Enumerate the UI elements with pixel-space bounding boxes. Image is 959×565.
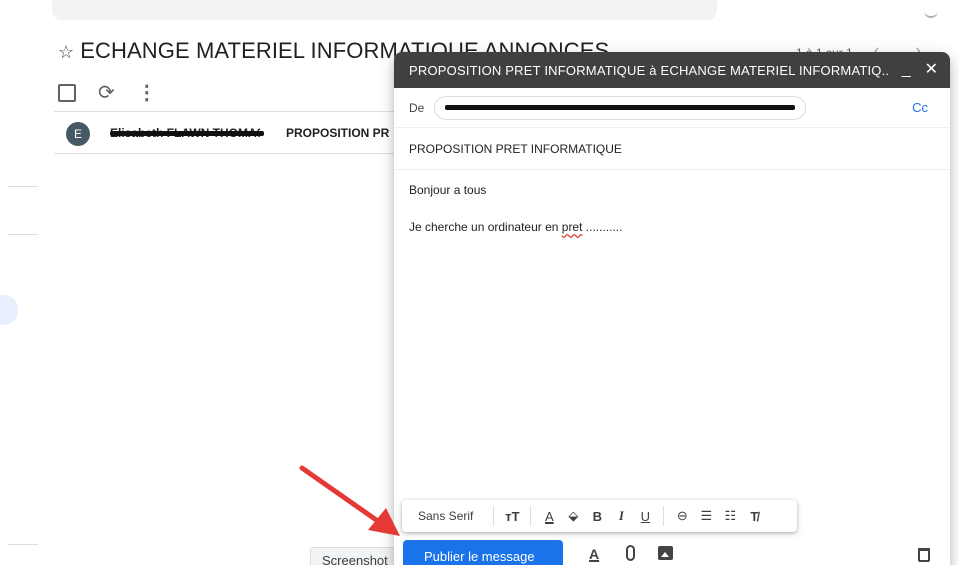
sidebar-divider (8, 186, 38, 187)
underline-button[interactable]: U (634, 509, 656, 524)
compose-window: PROPOSITION PRET INFORMATIQUE à ECHANGE … (394, 52, 950, 565)
insert-photo-icon[interactable] (658, 546, 673, 560)
link-icon[interactable]: ⊖ (671, 508, 693, 524)
screenshot-tooltip: Screenshot (310, 547, 398, 565)
avatar: E (66, 122, 90, 146)
clear-format-icon[interactable]: T̸ (743, 509, 765, 524)
numbered-list-icon[interactable]: ☰ (695, 508, 717, 524)
font-select[interactable]: Sans Serif (418, 509, 473, 523)
sidebar-divider (8, 234, 38, 235)
divider (663, 506, 665, 526)
from-row: De Cc (394, 88, 950, 128)
red-arrow-annotation (299, 465, 400, 536)
help-icon[interactable] (924, 4, 938, 18)
redaction-mark (110, 131, 264, 136)
sidebar-selected-item[interactable] (0, 295, 18, 325)
italic-button[interactable]: I (610, 508, 632, 524)
thread-subject: PROPOSITION PR (286, 126, 390, 140)
subject-value: PROPOSITION PRET INFORMATIQUE (409, 141, 622, 156)
trash-icon[interactable] (918, 548, 930, 562)
message-body[interactable]: Bonjour a tous Je cherche un ordinateur … (394, 170, 950, 269)
close-icon[interactable]: ✕ (925, 62, 938, 78)
misspelled-word[interactable]: pret (562, 220, 583, 234)
formatting-toolbar: Sans Serif тT A ⬙ B I U ⊖ ☰ ☷ T̸ (402, 500, 797, 532)
star-outline-icon[interactable]: ☆ (58, 42, 74, 62)
body-line: Je cherche un ordinateur en pret .......… (409, 220, 623, 235)
redaction-mark (445, 104, 796, 110)
bulleted-list-icon[interactable]: ☷ (719, 508, 741, 524)
minimize-icon[interactable]: _ (902, 62, 911, 78)
search-bar[interactable] (52, 0, 717, 20)
highlight-icon[interactable]: ⬙ (562, 508, 584, 524)
more-options-icon[interactable]: ⋮ (137, 83, 157, 103)
subject-field[interactable]: PROPOSITION PRET INFORMATIQUE (394, 128, 950, 170)
format-options-icon[interactable]: A (589, 546, 599, 562)
publish-button[interactable]: Publier le message (403, 540, 563, 565)
attach-icon[interactable] (626, 545, 635, 561)
from-select[interactable] (434, 95, 807, 120)
body-line: Bonjour a tous (409, 183, 487, 197)
compose-header[interactable]: PROPOSITION PRET INFORMATIQUE à ECHANGE … (394, 52, 950, 88)
select-all-checkbox[interactable] (58, 84, 76, 102)
text-color-icon[interactable]: A (538, 509, 560, 524)
list-toolbar: ⟳ ⋮ (58, 80, 157, 106)
divider (530, 506, 532, 526)
text-size-icon[interactable]: тT (501, 509, 523, 524)
from-label: De (409, 100, 425, 115)
sidebar-divider (8, 544, 38, 545)
divider (493, 506, 495, 526)
bold-button[interactable]: B (586, 509, 608, 524)
refresh-icon[interactable]: ⟳ (98, 83, 115, 103)
thread-row[interactable]: E Elisabeth FLAWN THOMAS PROPOSITION PR (54, 112, 394, 154)
compose-title: PROPOSITION PRET INFORMATIQUE à ECHANGE … (409, 62, 888, 78)
cc-button[interactable]: Cc (912, 100, 928, 115)
